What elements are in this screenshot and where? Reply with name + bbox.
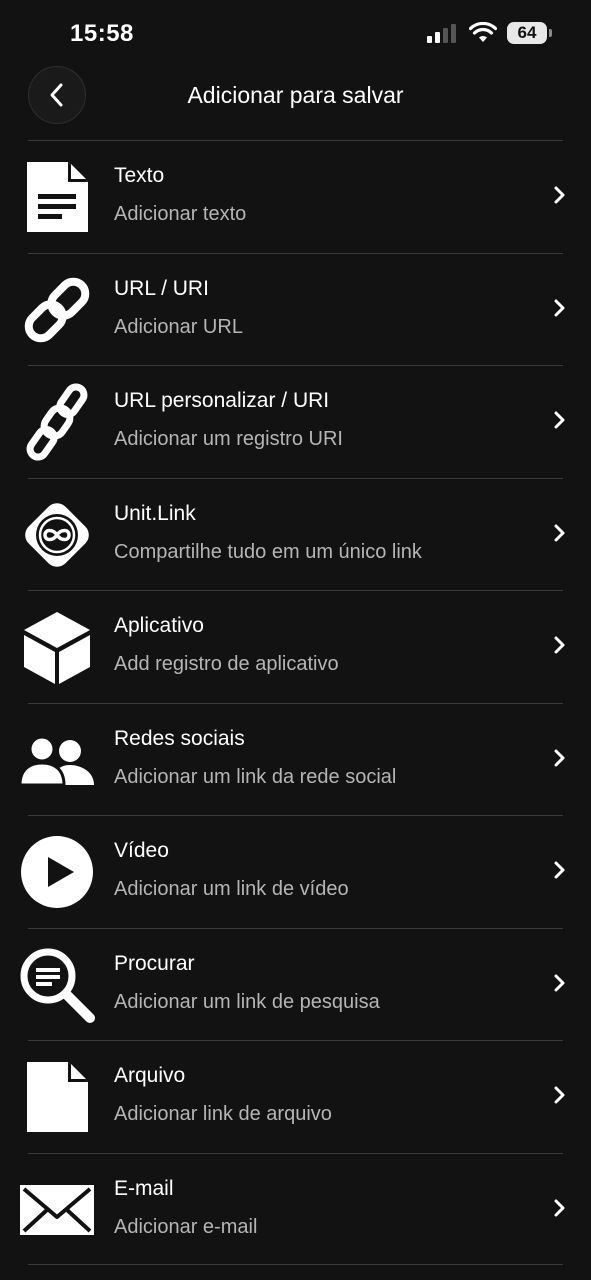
cube-icon — [18, 608, 96, 686]
chevron-right-icon — [554, 636, 565, 654]
list-item-unit-link[interactable]: Unit.Link Compartilhe tudo em um único l… — [0, 477, 591, 591]
item-title: Vídeo — [114, 839, 169, 862]
item-subtitle: Adicionar um registro URI — [114, 428, 343, 450]
list-item-redes-sociais[interactable]: Redes sociais Adicionar um link da rede … — [0, 702, 591, 816]
document-text-icon — [18, 158, 96, 236]
broken-link-icon — [18, 383, 96, 461]
chevron-right-icon — [554, 524, 565, 541]
status-bar: 15:58 64 — [0, 0, 591, 70]
list-item-texto[interactable]: Texto Adicionar texto — [0, 140, 591, 253]
list-item-email[interactable]: E-mail Adicionar e-mail — [0, 1152, 591, 1266]
envelope-icon — [18, 1171, 96, 1249]
chevron-right-icon — [554, 186, 565, 204]
item-subtitle: Adicionar e-mail — [114, 1215, 258, 1238]
chevron-right-icon — [554, 1199, 565, 1216]
chevron-right-icon — [554, 299, 565, 316]
chevron-right-icon — [554, 1086, 565, 1104]
item-title: E-mail — [114, 1176, 174, 1200]
item-subtitle: Adicionar link de arquivo — [114, 1103, 332, 1125]
status-icons: 64 — [427, 22, 552, 44]
list-item-video[interactable]: Vídeo Adicionar um link de vídeo — [0, 815, 591, 928]
battery-indicator: 64 — [507, 22, 552, 44]
item-title: Procurar — [114, 951, 195, 975]
chevron-right-icon — [554, 749, 565, 766]
item-subtitle: Adicionar texto — [114, 203, 247, 225]
nav-header: Adicionar para salvar — [0, 64, 591, 128]
play-circle-icon — [18, 833, 96, 911]
item-title: Redes sociais — [114, 726, 245, 750]
item-subtitle: Compartilhe tudo em um único link — [114, 540, 422, 563]
list-item-url-personalizar[interactable]: URL personalizar / URI Adicionar um regi… — [0, 365, 591, 478]
link-icon — [18, 271, 96, 349]
chevron-right-icon — [554, 861, 565, 879]
chevron-right-icon — [554, 411, 565, 429]
item-title: URL / URI — [114, 276, 209, 300]
list-item-arquivo[interactable]: Arquivo Adicionar link de arquivo — [0, 1040, 591, 1153]
item-title: URL personalizar / URI — [114, 389, 330, 412]
item-subtitle: Adicionar um link de pesquisa — [114, 990, 380, 1013]
users-icon — [18, 721, 96, 799]
battery-level: 64 — [517, 23, 537, 42]
list-item-url[interactable]: URL / URI Adicionar URL — [0, 252, 591, 366]
list-item-procurar[interactable]: Procurar Adicionar um link de pesquisa — [0, 927, 591, 1041]
add-options-list: Texto Adicionar texto URL / URI Adiciona… — [0, 140, 591, 1265]
list-item-aplicativo[interactable]: Aplicativo Add registro de aplicativo — [0, 590, 591, 703]
battery-cap — [549, 29, 552, 37]
item-subtitle: Adicionar um link da rede social — [114, 765, 397, 788]
item-title: Texto — [114, 164, 165, 187]
cellular-signal-icon — [427, 24, 456, 43]
search-icon — [18, 946, 96, 1024]
chevron-right-icon — [554, 974, 565, 991]
status-time: 15:58 — [70, 20, 134, 47]
item-subtitle: Add registro de aplicativo — [114, 653, 339, 675]
item-title: Arquivo — [114, 1064, 186, 1087]
item-title: Aplicativo — [114, 614, 204, 637]
item-subtitle: Adicionar URL — [114, 315, 243, 338]
file-icon — [18, 1058, 96, 1136]
infinity-badge-icon — [18, 496, 96, 574]
page-title: Adicionar para salvar — [187, 82, 404, 108]
item-title: Unit.Link — [114, 501, 196, 525]
wifi-icon — [469, 22, 497, 42]
item-subtitle: Adicionar um link de vídeo — [114, 878, 349, 900]
